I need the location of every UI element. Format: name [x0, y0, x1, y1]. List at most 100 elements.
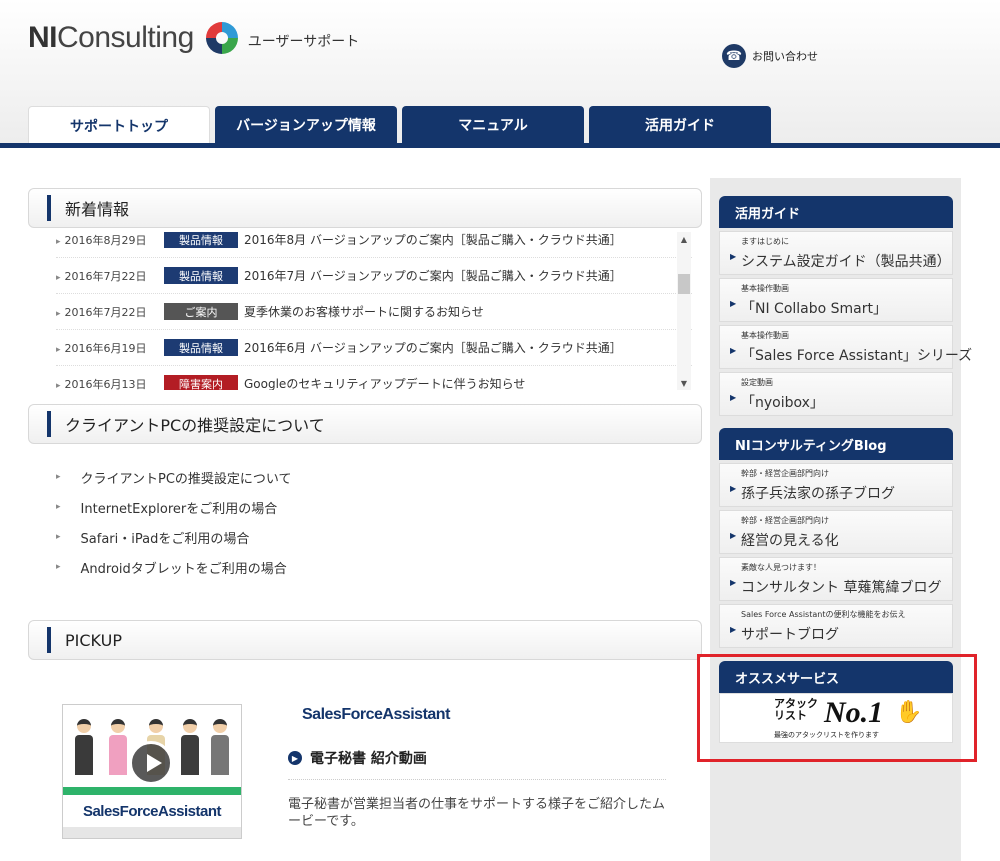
client-link[interactable]: ▸ クライアントPCの推奨設定について: [56, 462, 292, 492]
sfa-brand-logo: SalesForceAssistant: [302, 706, 450, 723]
sidebar-item-label: 「Sales Force Assistant」シリーズ: [741, 348, 973, 364]
sidebar-item-system-guide[interactable]: ▶ ますはじめに システム設定ガイド（製品共通）: [719, 231, 953, 275]
news-title[interactable]: Googleのセキュリティアップデートに伴うお知らせ: [244, 375, 525, 390]
sidebar-item-sfa[interactable]: ▶ 基本操作動画 「Sales Force Assistant」シリーズ: [719, 325, 972, 369]
arrow-right-icon: ▶: [730, 299, 737, 308]
section-accent-bar: [47, 411, 51, 437]
sidebar-item-consultant-blog[interactable]: ▶ 素敵な人見つけます！ コンサルタント 草薙篤緯ブログ: [719, 557, 953, 601]
header-subtitle: ユーザーサポート: [247, 34, 360, 50]
sidebar-item-support-blog[interactable]: ▶ Sales Force Assistantの便利な機能をお伝え サポートブロ…: [719, 604, 953, 648]
tab-guide[interactable]: 活用ガイド: [589, 106, 771, 144]
sidebar-item-label: 「NI Collabo Smart」: [741, 301, 888, 317]
sidebar-item-label: コンサルタント 草薙篤緯ブログ: [741, 580, 942, 596]
news-date: 2016年6月13日: [56, 376, 164, 391]
news-date: 2016年6月19日: [56, 340, 164, 356]
list-item[interactable]: 2016年6月13日 障害案内 Googleのセキュリティアップデートに伴うお知…: [56, 366, 692, 390]
client-link-label: Safari・iPadをご利用の場合: [80, 531, 250, 547]
arrow-right-icon: ▶: [730, 625, 737, 634]
arrow-right-icon: ▶: [730, 346, 737, 355]
arrow-circle-icon: ▶: [288, 751, 302, 765]
thumbnail-stripe: [63, 787, 241, 795]
pickup-heading-text: 電子秘書 紹介動画: [310, 751, 427, 767]
video-thumbnail[interactable]: SalesForceAssistant: [62, 704, 242, 839]
thumbnail-image: [63, 705, 241, 787]
play-icon[interactable]: [129, 741, 173, 785]
scroll-thumb[interactable]: [678, 274, 690, 294]
character-figure: [109, 719, 127, 779]
sidebar-item-caption: 基本操作動画: [741, 331, 789, 340]
tab-version-up[interactable]: バージョンアップ情報: [215, 106, 397, 144]
arrow-right-icon: ▸: [56, 472, 61, 482]
arrow-right-icon: ▸: [56, 502, 61, 512]
sidebar-item-mieruka[interactable]: ▶ 幹部・経営企画部門向け 経営の見える化: [719, 510, 953, 554]
category-badge: 製品情報: [164, 267, 238, 284]
arrow-right-icon: ▶: [730, 578, 737, 587]
sidebar-item-caption: Sales Force Assistantの便利な機能をお伝え: [741, 610, 906, 619]
news-title[interactable]: 2016年7月 バージョンアップのご案内［製品ご購入・クラウド共通］: [244, 267, 622, 284]
client-link-label: InternetExplorerをご利用の場合: [80, 501, 278, 517]
pickup-divider: [288, 779, 666, 780]
site-logo[interactable]: NIConsulting ユーザーサポート: [28, 18, 359, 58]
character-figure: [181, 719, 199, 779]
news-date: 2016年7月22日: [56, 268, 164, 284]
sidebar-item-nyoibox[interactable]: ▶ 設定動画 「nyoibox」: [719, 372, 953, 416]
sidebar-item-caption: 幹部・経営企画部門向け: [741, 469, 829, 478]
pickup-heading[interactable]: ▶ 電子秘書 紹介動画: [288, 748, 427, 768]
character-figure: [75, 719, 93, 779]
category-badge: 製品情報: [164, 339, 238, 356]
client-link-list: ▸ クライアントPCの推奨設定について ▸ InternetExplorerをご利用…: [56, 462, 292, 582]
sidebar-blog-header: NIコンサルティングBlog: [719, 428, 953, 460]
list-item[interactable]: 2016年7月22日 製品情報 2016年7月 バージョンアップのご案内［製品ご…: [56, 258, 692, 294]
sidebar-item-collabo[interactable]: ▶ 基本操作動画 「NI Collabo Smart」: [719, 278, 953, 322]
tab-support-top[interactable]: サポートトップ: [28, 106, 210, 144]
arrow-right-icon: ▸: [56, 532, 61, 542]
list-item[interactable]: 2016年8月29日 製品情報 2016年8月 バージョンアップのご案内［製品ご…: [56, 232, 692, 258]
news-list: 2016年8月29日 製品情報 2016年8月 バージョンアップのご案内［製品ご…: [56, 232, 692, 390]
news-date: 2016年8月29日: [56, 232, 164, 248]
client-section-header: クライアントPCの推奨設定について: [28, 404, 702, 444]
section-accent-bar: [47, 627, 51, 653]
client-section-title: クライアントPCの推奨設定について: [65, 416, 325, 435]
sidebar-item-label: システム設定ガイド（製品共通）: [741, 254, 951, 270]
news-date: 2016年7月22日: [56, 304, 164, 320]
arrow-right-icon: ▶: [730, 531, 737, 540]
news-section-header: 新着情報: [28, 188, 702, 228]
client-link[interactable]: ▸ Androidタブレットをご利用の場合: [56, 552, 292, 582]
sidebar-item-caption: 基本操作動画: [741, 284, 789, 293]
pickup-description: 電子秘書が営業担当者の仕事をサポートする様子をご紹介したムービーです。: [288, 797, 666, 829]
list-item[interactable]: 2016年6月19日 製品情報 2016年6月 バージョンアップのご案内［製品ご…: [56, 330, 692, 366]
sidebar-item-label: 経営の見える化: [741, 533, 839, 549]
logo-mark-icon: [205, 22, 238, 54]
phone-icon: ☎: [722, 44, 746, 68]
news-title[interactable]: 2016年8月 バージョンアップのご案内［製品ご購入・クラウド共通］: [244, 232, 622, 248]
client-link-label: Androidタブレットをご利用の場合: [80, 561, 287, 577]
category-badge: ご案内: [164, 303, 238, 320]
sidebar-item-label: 孫子兵法家の孫子ブログ: [741, 486, 895, 502]
scroll-down-arrow-icon[interactable]: ▼: [677, 376, 691, 390]
sidebar-item-sonshi-blog[interactable]: ▶ 幹部・経営企画部門向け 孫子兵法家の孫子ブログ: [719, 463, 953, 507]
news-title[interactable]: 夏季休業のお客様サポートに関するお知らせ: [244, 303, 484, 320]
highlight-box: [697, 654, 977, 762]
tab-manual[interactable]: マニュアル: [402, 106, 584, 144]
client-link[interactable]: ▸ Safari・iPadをご利用の場合: [56, 522, 292, 552]
scroll-up-arrow-icon[interactable]: ▲: [677, 232, 691, 246]
sidebar-item-label: サポートブログ: [741, 627, 839, 643]
pickup-section-header: PICKUP: [28, 620, 702, 660]
news-scrollbar[interactable]: ▲ ▼: [677, 232, 691, 390]
thumbnail-footer: [63, 827, 241, 838]
arrow-right-icon: ▶: [730, 393, 737, 402]
sidebar-item-caption: 設定動画: [741, 378, 773, 387]
sidebar-guide-header: 活用ガイド: [719, 196, 953, 228]
arrow-right-icon: ▸: [56, 562, 61, 572]
logo-wordmark: NIConsulting: [28, 21, 194, 54]
news-title[interactable]: 2016年6月 バージョンアップのご案内［製品ご購入・クラウド共通］: [244, 339, 622, 356]
main-nav: サポートトップ バージョンアップ情報 マニュアル 活用ガイド: [28, 106, 776, 144]
nav-divider: [0, 143, 1000, 148]
contact-link[interactable]: ☎ お問い合わせ: [722, 44, 818, 68]
list-item[interactable]: 2016年7月22日 ご案内 夏季休業のお客様サポートに関するお知らせ: [56, 294, 692, 330]
category-badge: 障害案内: [164, 375, 238, 390]
contact-label: お問い合わせ: [752, 50, 818, 63]
client-link[interactable]: ▸ InternetExplorerをご利用の場合: [56, 492, 292, 522]
sidebar-item-caption: ますはじめに: [741, 237, 789, 246]
news-section-title: 新着情報: [65, 200, 130, 219]
